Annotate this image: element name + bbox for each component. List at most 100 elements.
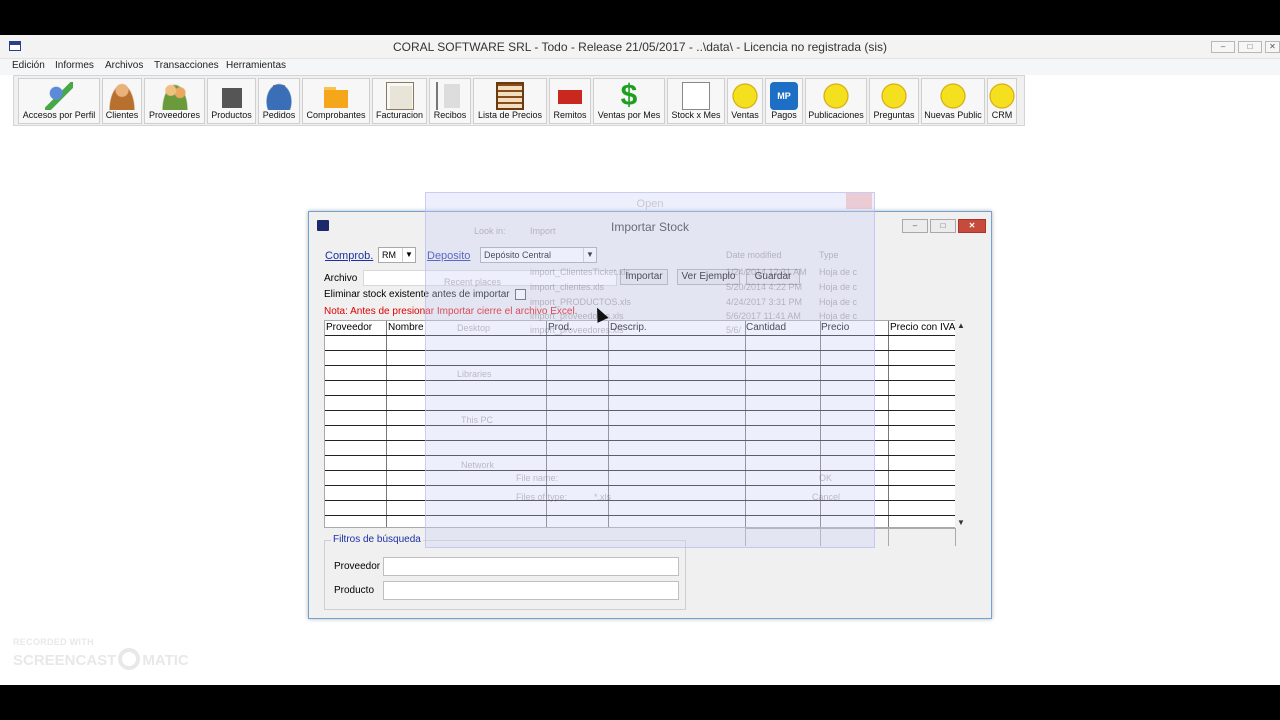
file-name-label: File name: [516, 473, 559, 483]
facturacion-button[interactable]: Facturacion [372, 78, 427, 124]
place-desktop[interactable]: Desktop [457, 323, 490, 333]
productos-button[interactable]: Productos [207, 78, 256, 124]
file-type: Hoja de c [819, 282, 858, 292]
file-date: 4/24/2017 3:31 PM [726, 297, 803, 307]
file-type: Hoja de c [819, 311, 858, 321]
file-date: 1/24/2014 12:31 AM [726, 267, 807, 277]
open-dialog-close-button[interactable] [846, 193, 872, 209]
stock-x-mes-button[interactable]: Stock x Mes [667, 78, 725, 124]
yellow-handshake-icon [822, 82, 850, 110]
summary-line [888, 529, 889, 546]
col-precio-con-iva[interactable]: Precio con IVA [890, 322, 955, 333]
ventas-por-mes-button[interactable]: $ Ventas por Mes [593, 78, 665, 124]
logo-ring-icon [118, 648, 141, 671]
archivo-label: Archivo [324, 273, 358, 284]
clientes-button[interactable]: Clientes [102, 78, 142, 124]
crm-button[interactable]: CRM [987, 78, 1017, 124]
button-label: Pedidos [262, 110, 296, 120]
open-ok-button[interactable]: OK [819, 473, 832, 483]
proveedores-button[interactable]: Proveedores [144, 78, 205, 124]
person-icon [108, 82, 136, 110]
preguntas-button[interactable]: Preguntas [869, 78, 919, 124]
recibos-button[interactable]: Recibos [429, 78, 471, 124]
menu-bar: Edición Informes Archivos Transacciones … [0, 59, 1280, 75]
files-of-type-value[interactable]: *.xls [594, 492, 611, 502]
folder-icon [322, 82, 350, 110]
file-name[interactable]: import_ClientesTicket.xls [530, 267, 630, 277]
button-label: Clientes [105, 110, 139, 120]
scroll-up-icon[interactable]: ▲ [957, 321, 965, 330]
nuevas-public-button[interactable]: Nuevas Public [921, 78, 985, 124]
place-this-pc[interactable]: This PC [461, 415, 493, 425]
comprob-link[interactable]: Comprob. [325, 250, 373, 262]
publicaciones-button[interactable]: Publicaciones [805, 78, 867, 124]
comprobantes-button[interactable]: Comprobantes [302, 78, 370, 124]
menu-herramientas[interactable]: Herramientas [226, 59, 286, 73]
watermark-text-a: SCREENCAST [13, 652, 117, 669]
file-date: 5/6/2017 11:41 AM [726, 311, 801, 321]
app-title-bar: CORAL SOFTWARE SRL - Todo - Release 21/0… [0, 35, 1280, 59]
abacus-icon [496, 82, 524, 110]
yellow-handshake-icon [880, 82, 908, 110]
file-date: 5/6/ [726, 325, 742, 335]
proveedor-filter-label: Proveedor [334, 561, 381, 572]
producto-filter-input[interactable] [383, 581, 679, 600]
button-label: Publicaciones [808, 110, 864, 120]
yellow-handshake-icon [988, 82, 1016, 110]
open-dialog-title: Open [636, 198, 664, 210]
filtros-title: Filtros de búsqueda [331, 534, 423, 545]
dialog-minimize-button[interactable]: – [902, 219, 928, 233]
people-icon [160, 82, 189, 110]
key-users-icon [45, 82, 73, 110]
dialog-close-button[interactable]: ✕ [958, 219, 986, 233]
file-name[interactable]: import_proveedores.xls [530, 325, 624, 335]
col-proveedor[interactable]: Proveedor [326, 322, 372, 333]
grid-scrollbar[interactable]: ▲ ▼ [955, 320, 969, 528]
button-label: Facturacion [375, 110, 424, 120]
place-recent[interactable]: Recent places [444, 277, 501, 287]
maximize-button[interactable]: □ [1238, 41, 1262, 53]
menu-transacciones[interactable]: Transacciones [154, 59, 219, 73]
file-name[interactable]: import_clientes.xls [530, 282, 604, 292]
lista-de-precios-button[interactable]: Lista de Precios [473, 78, 547, 124]
file-date: 5/20/2014 4:22 PM [726, 282, 803, 292]
accesos-por-perfil-button[interactable]: Accesos por Perfil [18, 78, 100, 124]
ventas-button[interactable]: Ventas [727, 78, 763, 124]
menu-archivos[interactable]: Archivos [105, 59, 143, 73]
minimize-button[interactable]: – [1211, 41, 1235, 53]
proveedor-filter-input[interactable] [383, 557, 679, 576]
button-label: Accesos por Perfil [22, 110, 96, 120]
chevron-down-icon: ▼ [402, 248, 415, 262]
button-label: Lista de Precios [477, 110, 543, 120]
file-type: Hoja de c [819, 267, 858, 277]
button-label: Comprobantes [306, 110, 366, 120]
file-name[interactable]: import_PRODUCTOS.xls [530, 297, 631, 307]
col-type[interactable]: Type [819, 250, 839, 260]
pagos-button[interactable]: MP Pagos [765, 78, 803, 124]
products-icon [217, 82, 246, 110]
dialog-maximize-button[interactable]: □ [930, 219, 956, 233]
pedidos-button[interactable]: Pedidos [258, 78, 300, 124]
comprob-select[interactable]: RM ▼ [378, 247, 416, 263]
place-network[interactable]: Network [461, 460, 494, 470]
button-label: Ventas por Mes [597, 110, 661, 120]
button-label: Remitos [553, 110, 587, 120]
look-in-value[interactable]: Import [530, 226, 556, 236]
col-date-modified[interactable]: Date modified [726, 250, 782, 260]
receipt-icon [436, 82, 464, 110]
button-label: Productos [211, 110, 252, 120]
mp-icon: MP [770, 82, 798, 110]
close-button[interactable]: ✕ [1265, 41, 1280, 53]
scroll-down-icon[interactable]: ▼ [957, 518, 965, 527]
open-file-dialog-ghost: Open Look in: Import Date modified Type … [425, 192, 875, 548]
open-cancel-button[interactable]: Cancel [812, 492, 840, 502]
menu-edicion[interactable]: Edición [12, 59, 45, 73]
yellow-handshake-icon [939, 82, 967, 110]
yellow-handshake-icon [731, 82, 759, 110]
place-libraries[interactable]: Libraries [457, 369, 492, 379]
col-nombre[interactable]: Nombre [388, 322, 424, 333]
chart-icon [682, 82, 710, 110]
file-name[interactable]: import_proveedores.xls [530, 311, 624, 321]
menu-informes[interactable]: Informes [55, 59, 94, 73]
remitos-button[interactable]: Remitos [549, 78, 591, 124]
